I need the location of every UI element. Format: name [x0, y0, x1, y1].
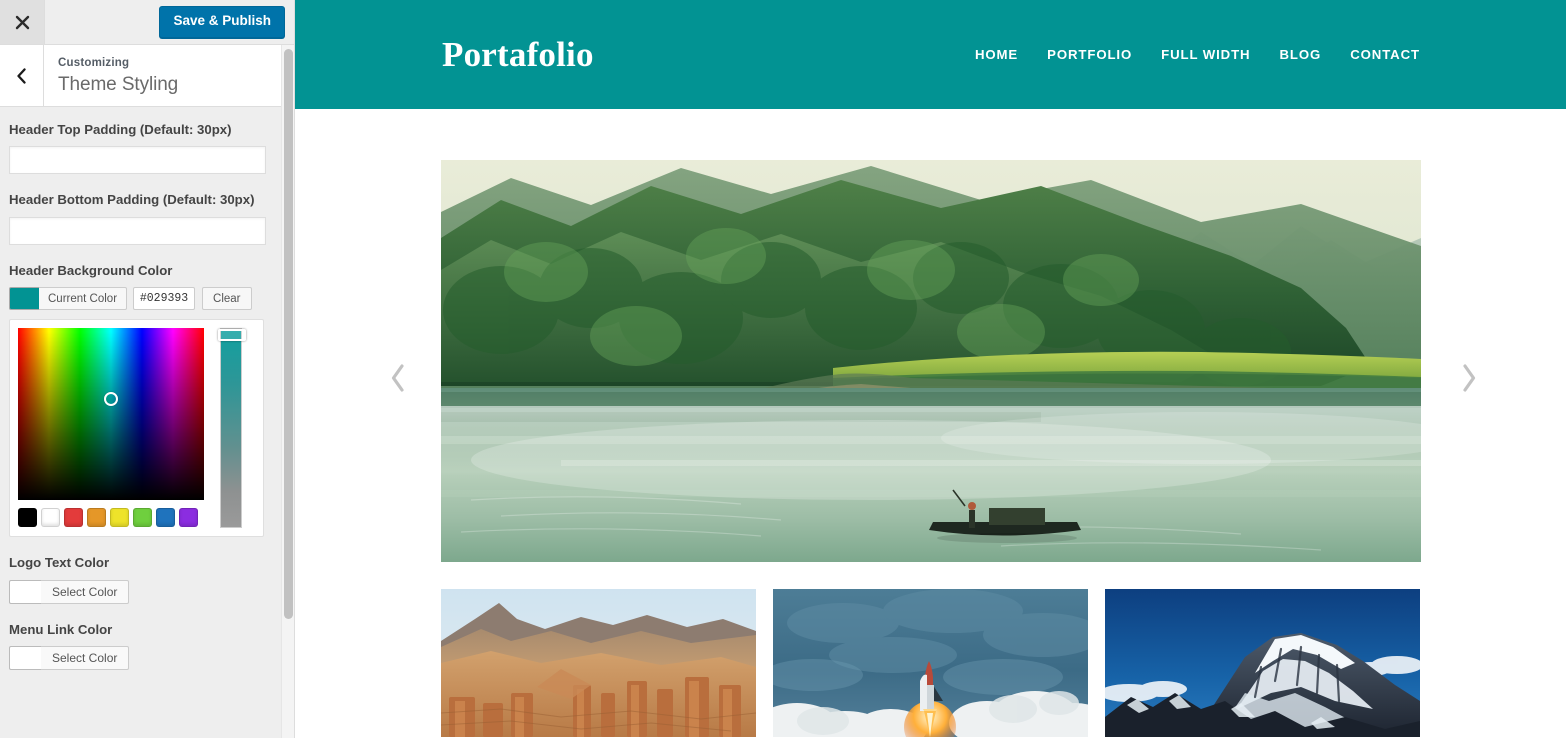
- page-title: Theme Styling: [58, 74, 179, 96]
- control-header-top-padding: Header Top Padding (Default: 30px): [9, 120, 285, 175]
- preset-swatch[interactable]: [87, 508, 106, 528]
- customizer-topbar: Save & Publish: [0, 0, 294, 45]
- control-label: Logo Text Color: [9, 555, 110, 571]
- chevron-left-icon[interactable]: [0, 45, 44, 106]
- clear-color-button[interactable]: Clear: [202, 287, 252, 311]
- chevron-left-icon[interactable]: [381, 361, 415, 395]
- panel-header: Customizing Theme Styling: [0, 45, 294, 107]
- preset-swatch[interactable]: [110, 508, 129, 528]
- control-label: Menu Link Color: [9, 621, 113, 637]
- control-label: Header Background Color: [9, 262, 173, 278]
- sidebar-scrollbar-track[interactable]: [281, 45, 294, 738]
- menu-link-color-swatch[interactable]: [9, 646, 41, 671]
- preset-swatch-row: [18, 508, 204, 528]
- primary-navigation: HOME PORTFOLIO FULL WIDTH BLOG CONTACT: [975, 48, 1420, 61]
- thumbnail-grid: [440, 589, 1421, 737]
- customizer-app: Save & Publish Customizing Theme Styling…: [0, 0, 1566, 738]
- hero-slider: [295, 109, 1566, 737]
- nav-link-blog[interactable]: BLOG: [1280, 48, 1322, 61]
- saturation-brightness-field[interactable]: [18, 328, 204, 501]
- nav-link-portfolio[interactable]: PORTFOLIO: [1047, 48, 1132, 61]
- preset-swatch[interactable]: [41, 508, 60, 528]
- hex-color-input[interactable]: [133, 287, 196, 311]
- breadcrumb: Customizing: [58, 57, 130, 69]
- control-label: Header Bottom Padding (Default: 30px): [9, 192, 255, 208]
- logo-text-select-color-button[interactable]: Select Color: [41, 579, 130, 604]
- control-menu-link-color: Menu Link Color Select Color: [9, 620, 285, 671]
- nav-link-full-width[interactable]: FULL WIDTH: [1161, 48, 1250, 61]
- save-and-publish-button[interactable]: Save & Publish: [159, 6, 285, 38]
- control-label: Header Top Padding (Default: 30px): [9, 122, 232, 137]
- header-top-padding-input[interactable]: [9, 146, 266, 175]
- preset-swatch[interactable]: [133, 508, 152, 528]
- customizer-sidebar: Save & Publish Customizing Theme Styling…: [0, 0, 295, 738]
- site-preview: Portafolio HOME PORTFOLIO FULL WIDTH BLOG CO…: [295, 0, 1566, 738]
- logo-text-color-swatch[interactable]: [9, 579, 41, 604]
- preset-swatch[interactable]: [18, 508, 37, 528]
- nav-link-contact[interactable]: CONTACT: [1350, 48, 1420, 61]
- current-color-button[interactable]: Current Color: [39, 287, 128, 311]
- color-picker-marker: [104, 391, 118, 406]
- picker-right-column: [204, 328, 255, 529]
- preset-swatch[interactable]: [64, 508, 83, 528]
- sidebar-scrollbar-thumb[interactable]: [284, 49, 293, 619]
- thumbnail-item[interactable]: [772, 589, 1088, 737]
- nav-link-home[interactable]: HOME: [975, 48, 1018, 61]
- panel-titles: Customizing Theme Styling: [44, 45, 178, 106]
- current-color-swatch[interactable]: [9, 287, 39, 311]
- preset-swatch[interactable]: [156, 508, 175, 528]
- header-bottom-padding-input[interactable]: [9, 216, 266, 245]
- color-control-row: Select Color: [9, 646, 285, 671]
- control-logo-text-color: Logo Text Color Select Color: [9, 553, 285, 604]
- hue-slider[interactable]: [217, 328, 246, 529]
- close-icon[interactable]: [0, 0, 45, 44]
- site-header: Portafolio HOME PORTFOLIO FULL WIDTH BLOG CO…: [295, 0, 1566, 109]
- control-list: Header Top Padding (Default: 30px) Heade…: [0, 108, 294, 738]
- picker-left-column: [18, 328, 204, 528]
- hero-slide-image[interactable]: [440, 160, 1421, 562]
- thumbnail-item[interactable]: [440, 589, 756, 737]
- color-picker-panel: [9, 319, 264, 538]
- menu-link-select-color-button[interactable]: Select Color: [41, 646, 130, 671]
- color-control-row: Select Color: [9, 579, 285, 604]
- color-control-row: Current Color Clear: [9, 287, 285, 311]
- chevron-right-icon[interactable]: [1452, 361, 1486, 395]
- preset-swatch[interactable]: [179, 508, 198, 528]
- hue-slider-handle[interactable]: [217, 329, 246, 342]
- site-logo[interactable]: Portafolio: [442, 37, 594, 72]
- control-header-bottom-padding: Header Bottom Padding (Default: 30px): [9, 190, 285, 245]
- thumbnail-item[interactable]: [1104, 589, 1420, 737]
- control-header-background-color: Header Background Color Current Color Cl…: [9, 261, 285, 538]
